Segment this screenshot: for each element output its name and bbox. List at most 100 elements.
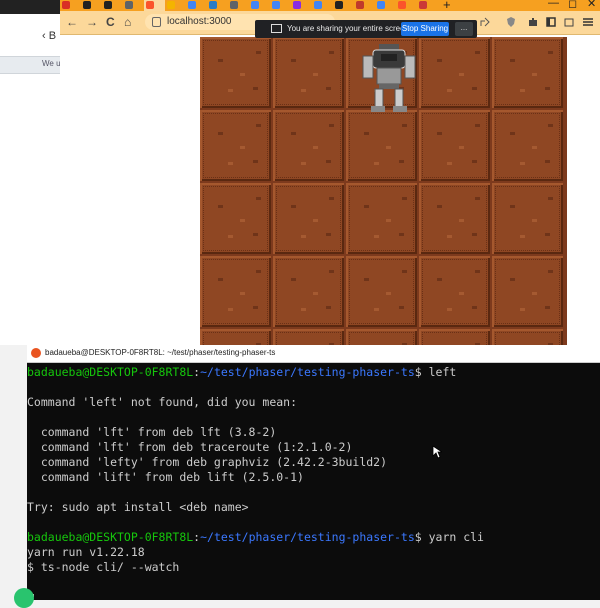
- background-banner: We u: [0, 56, 62, 74]
- site-info-icon[interactable]: [152, 17, 161, 27]
- mouse-pointer-icon: [432, 445, 442, 459]
- browser-tab[interactable]: [60, 0, 81, 11]
- google-icon: [272, 1, 280, 9]
- browser-tab[interactable]: [375, 0, 396, 11]
- extensions-icon[interactable]: [528, 17, 538, 27]
- home-button[interactable]: ⌂: [124, 15, 131, 29]
- google-icon: [188, 1, 196, 9]
- hide-share-bar-button[interactable]: ...: [455, 22, 473, 36]
- browser-tab[interactable]: [270, 0, 291, 11]
- browser-tab[interactable]: [207, 0, 228, 11]
- screen-share-icon: [271, 24, 282, 33]
- prompt-user: badaueba@DESKTOP-0F8RT8L: [27, 365, 194, 379]
- github-icon: [104, 1, 112, 9]
- screen-share-message: You are sharing your entire screen.: [287, 24, 412, 33]
- tab-strip: + — ◻ ✕: [60, 0, 600, 12]
- dirt-tile: [419, 110, 490, 181]
- window-close-button[interactable]: ✕: [587, 0, 596, 10]
- brave-icon: [146, 1, 154, 9]
- background-back-link[interactable]: ‹ B: [42, 30, 56, 42]
- prompt-path: ~/test/phaser/testing-phaser-ts: [200, 530, 415, 544]
- dirt-tile: [200, 183, 271, 254]
- browser-tab[interactable]: [354, 0, 375, 11]
- dirt-tile: [200, 37, 271, 108]
- dirt-tile: [492, 183, 563, 254]
- terminal-line: command 'lft' from deb traceroute (1:2.1…: [27, 440, 353, 454]
- back-button[interactable]: ←: [66, 15, 78, 29]
- screen-share-bar: You are sharing your entire screen. Stop…: [255, 20, 477, 38]
- menu-icon[interactable]: [583, 17, 593, 27]
- background-window-titlebar: [0, 0, 62, 14]
- terminal-line: badaueba@DESKTOP-0F8RT8L:~/test/phaser/t…: [27, 530, 484, 545]
- bookmark-icon: [167, 1, 175, 9]
- terminal-output[interactable]: badaueba@DESKTOP-0F8RT8L:~/test/phaser/t…: [27, 363, 600, 600]
- dirt-tile: [273, 37, 344, 108]
- terminal-line: yarn run v1.22.18: [27, 545, 145, 559]
- reload-button[interactable]: C: [106, 15, 115, 29]
- browser-tab[interactable]: [186, 0, 207, 11]
- github-icon: [335, 1, 343, 9]
- terminal-line: Try: sudo apt install <deb name>: [27, 500, 249, 514]
- status-dot: [14, 588, 34, 608]
- brave-icon: [398, 1, 406, 9]
- browser-tab[interactable]: [123, 0, 144, 11]
- window-maximize-button[interactable]: ◻: [568, 0, 577, 10]
- terminal-line: Command 'left' not found, did you mean:: [27, 395, 298, 409]
- forward-button[interactable]: →: [86, 15, 98, 29]
- gmail-icon: [62, 1, 70, 9]
- background-window: ‹ B We u: [0, 0, 62, 345]
- browser-tab[interactable]: [102, 0, 123, 11]
- dirt-tile: [346, 329, 417, 345]
- dirt-tile: [346, 256, 417, 327]
- vscode-icon: [209, 1, 217, 9]
- terminal-line: badaueba@DESKTOP-0F8RT8L:~/test/phaser/t…: [27, 365, 456, 380]
- dirt-tile: [419, 183, 490, 254]
- github-icon: [83, 1, 91, 9]
- wallet-icon[interactable]: [564, 17, 574, 27]
- robot-sprite: [362, 44, 416, 112]
- terminal-window[interactable]: badaueba@DESKTOP-0F8RT8L: ~/test/phaser/…: [27, 345, 600, 600]
- sidebar-icon[interactable]: [546, 17, 556, 27]
- google-icon: [314, 1, 322, 9]
- browser-tab[interactable]: [249, 0, 270, 11]
- prompt-command: $ yarn cli: [414, 530, 484, 544]
- browser-tab[interactable]: [396, 0, 417, 11]
- dirt-tile: [200, 256, 271, 327]
- npm-icon: [419, 1, 427, 9]
- rust-icon: [356, 1, 364, 9]
- prompt-path: ~/test/phaser/testing-phaser-ts: [200, 365, 415, 379]
- background-banner-text: We u: [42, 59, 61, 68]
- page-icon: [125, 1, 133, 9]
- browser-tab[interactable]: [312, 0, 333, 11]
- dirt-tile: [346, 183, 417, 254]
- dirt-tile: [419, 37, 490, 108]
- google-icon: [377, 1, 385, 9]
- terminal-line: command 'lft' from deb lft (3.8-2): [27, 425, 277, 439]
- dirt-tile: [419, 329, 490, 345]
- page-icon: [230, 1, 238, 9]
- dirt-tile: [273, 183, 344, 254]
- browser-tab[interactable]: [291, 0, 312, 11]
- browser-tab[interactable]: [228, 0, 249, 11]
- browser-tab[interactable]: [165, 0, 186, 11]
- prompt-user: badaueba@DESKTOP-0F8RT8L: [27, 530, 194, 544]
- prompt-command: $ left: [414, 365, 457, 379]
- dirt-tile: [346, 110, 417, 181]
- dirt-tile: [273, 329, 344, 345]
- dirt-tile: [492, 110, 563, 181]
- terminal-line: $ ts-node cli/ --watch: [27, 560, 180, 574]
- stop-sharing-button[interactable]: Stop Sharing: [401, 22, 449, 36]
- browser-window: + — ◻ ✕ ← → C ⌂ localhost:3000: [60, 0, 600, 345]
- browser-tab[interactable]: [333, 0, 354, 11]
- share-icon[interactable]: [480, 17, 490, 27]
- ubuntu-icon: [31, 348, 41, 358]
- browser-tab[interactable]: [81, 0, 102, 11]
- game-canvas[interactable]: [200, 37, 567, 345]
- window-minimize-button[interactable]: —: [548, 0, 559, 9]
- address-bar-url: localhost:3000: [167, 16, 232, 27]
- browser-tab[interactable]: [144, 0, 165, 11]
- phaser-icon: [293, 1, 301, 9]
- brave-shield-icon[interactable]: [506, 17, 516, 27]
- terminal-line: command 'lift' from deb lift (2.5.0-1): [27, 470, 304, 484]
- browser-tab[interactable]: [417, 0, 438, 11]
